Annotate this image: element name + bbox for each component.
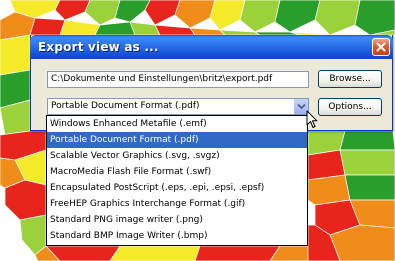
close-icon xyxy=(376,42,386,52)
file-path-input[interactable]: C:\Dokumente und Einstellungen\britz\exp… xyxy=(47,71,309,88)
dialog-titlebar[interactable]: Export view as ... xyxy=(30,35,393,59)
format-select-value: Portable Document Format (.pdf) xyxy=(51,101,200,111)
browse-button[interactable]: Browse... xyxy=(318,70,382,88)
format-select[interactable]: Portable Document Format (.pdf) xyxy=(47,98,309,115)
options-button[interactable]: Options... xyxy=(318,98,382,116)
format-dropdown-list: Windows Enhanced Metafile (.emf) Portabl… xyxy=(46,115,308,246)
arrow-cursor-icon xyxy=(306,110,318,128)
format-option[interactable]: MacroMedia Flash File Format (.swf) xyxy=(47,164,307,180)
dialog-title: Export view as ... xyxy=(38,40,159,54)
format-option[interactable]: Encapsulated PostScript (.eps, .epi, .ep… xyxy=(47,180,307,196)
format-option[interactable]: Standard PNG image writer (.png) xyxy=(47,212,307,228)
close-button[interactable] xyxy=(372,38,390,56)
format-option[interactable]: Scalable Vector Graphics (.svg, .svgz) xyxy=(47,148,307,164)
chevron-down-icon xyxy=(296,103,306,110)
format-option[interactable]: FreeHEP Graphics Interchange Format (.gi… xyxy=(47,196,307,212)
format-option[interactable]: Standard BMP Image Writer (.bmp) xyxy=(47,228,307,244)
format-option[interactable]: Windows Enhanced Metafile (.emf) xyxy=(47,116,307,132)
format-option-highlighted[interactable]: Portable Document Format (.pdf) xyxy=(47,132,307,148)
